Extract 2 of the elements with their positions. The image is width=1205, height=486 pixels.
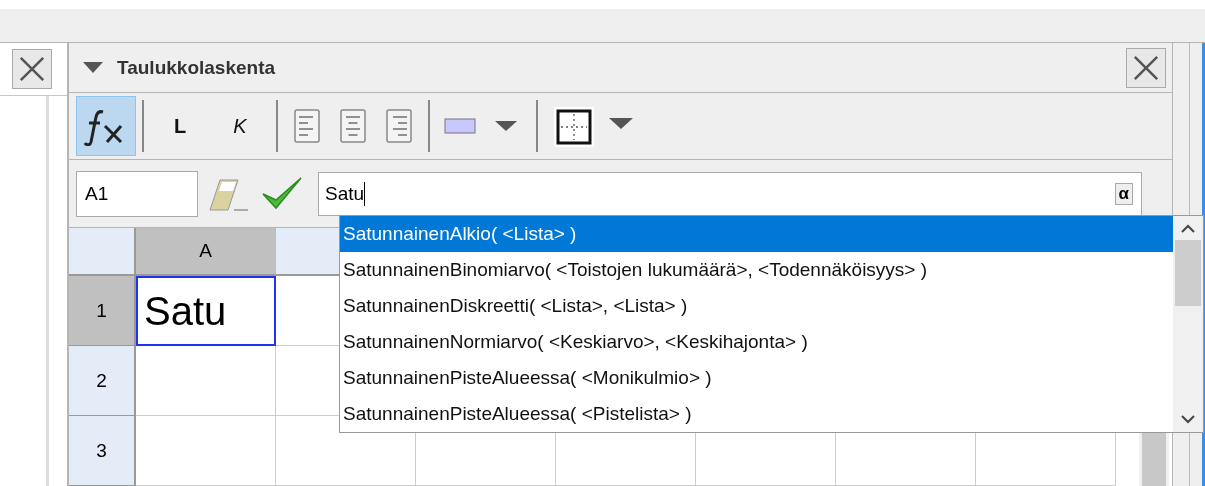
panel-title: Taulukkolaskenta [117,56,276,79]
formula-input-text: Satu [325,182,365,205]
